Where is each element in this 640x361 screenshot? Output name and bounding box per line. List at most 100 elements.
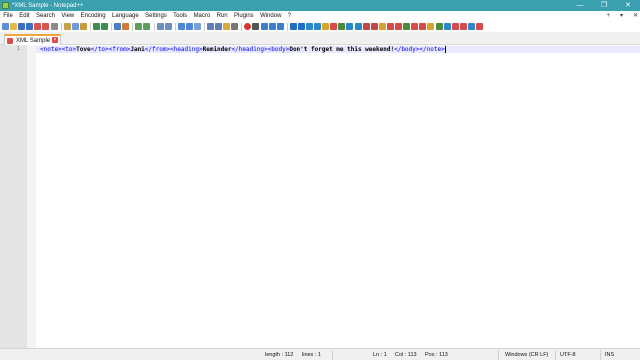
close-document-icon[interactable]: ✕ (633, 11, 638, 21)
plugin-tool-icon[interactable] (403, 23, 411, 30)
menu-help[interactable]: ? (285, 11, 295, 21)
plugin-tool-icon[interactable] (297, 23, 305, 30)
doc-map-icon[interactable] (206, 23, 214, 30)
minimize-button[interactable]: — (568, 0, 592, 11)
function-list-icon[interactable] (215, 23, 223, 30)
menu-macro[interactable]: Macro (190, 11, 213, 21)
status-encoding[interactable]: UTF-8 (560, 349, 576, 361)
plugin-tool-icon[interactable] (346, 23, 354, 30)
title-bar[interactable]: *XML Sample - Notepad++ — ❐ ✕ (0, 0, 640, 11)
tab-label: XML Sample (16, 37, 51, 44)
menu-encoding[interactable]: Encoding (77, 11, 108, 21)
plugin-tool-icon[interactable] (443, 23, 451, 30)
plugin-tool-icon[interactable] (467, 23, 475, 30)
plugin-tool-icon[interactable] (330, 23, 338, 30)
zoom-out-icon[interactable] (143, 23, 151, 30)
stop-record-icon[interactable] (252, 23, 260, 30)
status-divider (332, 350, 333, 360)
indent-guide-icon[interactable] (193, 23, 201, 30)
sync-v-icon[interactable] (156, 23, 164, 30)
tab-list-dropdown-icon[interactable]: ▾ (620, 11, 623, 21)
code-line[interactable]: <note><to>Tove</to><from>Jani</from><hea… (40, 46, 446, 53)
open-file-icon[interactable] (10, 23, 18, 30)
status-divider (498, 350, 499, 360)
replace-icon[interactable] (122, 23, 130, 30)
show-all-chars-icon[interactable] (185, 23, 193, 30)
plugin-tool-icon[interactable] (386, 23, 394, 30)
plugin-tool-icon[interactable] (378, 23, 386, 30)
play-macro-icon[interactable] (260, 23, 268, 30)
folder-workspace-icon[interactable] (223, 23, 231, 30)
xml-tag-token: </from> (144, 46, 171, 53)
save-all-icon[interactable] (26, 23, 34, 30)
record-macro-icon[interactable] (244, 23, 252, 30)
print-icon[interactable] (50, 23, 58, 30)
undo-icon[interactable] (92, 23, 100, 30)
unsaved-file-icon (7, 37, 13, 44)
toolbar-separator (286, 22, 288, 31)
xml-tag-token: <from> (108, 46, 131, 53)
new-tab-plus-icon[interactable]: + (606, 11, 610, 21)
menu-search[interactable]: Search (33, 11, 58, 21)
plugin-tool-icon[interactable] (475, 23, 483, 30)
toolbar-separator (111, 22, 113, 31)
sync-h-icon[interactable] (164, 23, 172, 30)
fold-margin[interactable] (27, 45, 36, 348)
plugin-tool-icon[interactable] (395, 23, 403, 30)
plugin-tool-icon[interactable] (289, 23, 297, 30)
save-macro-icon[interactable] (276, 23, 284, 30)
close-all-icon[interactable] (42, 23, 50, 30)
plugin-tool-icon[interactable] (370, 23, 378, 30)
maximize-button[interactable]: ❐ (592, 0, 616, 11)
toolbar-separator (241, 22, 243, 31)
menu-tools[interactable]: Tools (170, 11, 190, 21)
move-up-icon[interactable] (306, 23, 313, 30)
plugin-tool-icon[interactable] (419, 23, 427, 30)
menu-language[interactable]: Language (109, 11, 142, 21)
move-down-icon[interactable] (314, 23, 322, 30)
zoom-in-icon[interactable] (135, 23, 143, 30)
toolbar-separator (60, 22, 62, 31)
notepadpp-window: *XML Sample - Notepad++ — ❐ ✕ File Edit … (0, 0, 640, 360)
editor-area[interactable]: 1 <note><to>Tove</to><from>Jani</from><h… (0, 45, 640, 348)
plugin-tool-icon[interactable] (451, 23, 459, 30)
menu-right-controls: + ▾ ✕ (606, 11, 638, 21)
plugin-tool-icon[interactable] (435, 23, 443, 30)
menu-settings[interactable]: Settings (142, 11, 170, 21)
run-macro-multiple-icon[interactable] (268, 23, 276, 30)
plugin-tool-icon[interactable] (362, 23, 370, 30)
redo-icon[interactable] (101, 23, 109, 30)
tab-xml-sample[interactable]: XML Sample × (4, 34, 61, 45)
plugin-tool-icon[interactable] (322, 23, 330, 30)
xml-text-token: Jani (130, 46, 145, 53)
plugin-tool-icon[interactable] (338, 23, 346, 30)
menu-window[interactable]: Window (257, 11, 285, 21)
xml-text-token: Tove (76, 46, 91, 53)
word-wrap-icon[interactable] (177, 23, 185, 30)
close-window-button[interactable]: ✕ (616, 0, 640, 11)
plugin-tool-icon[interactable] (354, 23, 362, 30)
toolbar-separator (174, 22, 176, 31)
copy-icon[interactable] (71, 23, 79, 30)
plugin-tool-icon[interactable] (459, 23, 467, 30)
paste-icon[interactable] (79, 23, 87, 30)
save-icon[interactable] (18, 23, 26, 30)
menu-run[interactable]: Run (213, 11, 230, 21)
menu-plugins[interactable]: Plugins (231, 11, 257, 21)
status-insert-mode[interactable]: INS (605, 349, 614, 361)
toolbar (0, 21, 640, 32)
tab-close-icon[interactable]: × (52, 37, 58, 43)
menu-edit[interactable]: Edit (16, 11, 33, 21)
plugin-tool-icon[interactable] (427, 23, 435, 30)
find-icon[interactable] (114, 23, 122, 30)
menu-file[interactable]: File (0, 11, 16, 21)
new-file-icon[interactable] (2, 23, 9, 30)
status-eol[interactable]: Windows (CR LF) (505, 349, 548, 361)
window-title: *XML Sample - Notepad++ (12, 2, 84, 9)
status-bar: length : 112 lines : 1 Ln : 1 Col : 113 … (0, 348, 640, 360)
plugin-tool-icon[interactable] (411, 23, 419, 30)
close-icon[interactable] (34, 23, 42, 30)
cut-icon[interactable] (63, 23, 71, 30)
monitoring-icon[interactable] (231, 23, 239, 30)
menu-view[interactable]: View (58, 11, 77, 21)
